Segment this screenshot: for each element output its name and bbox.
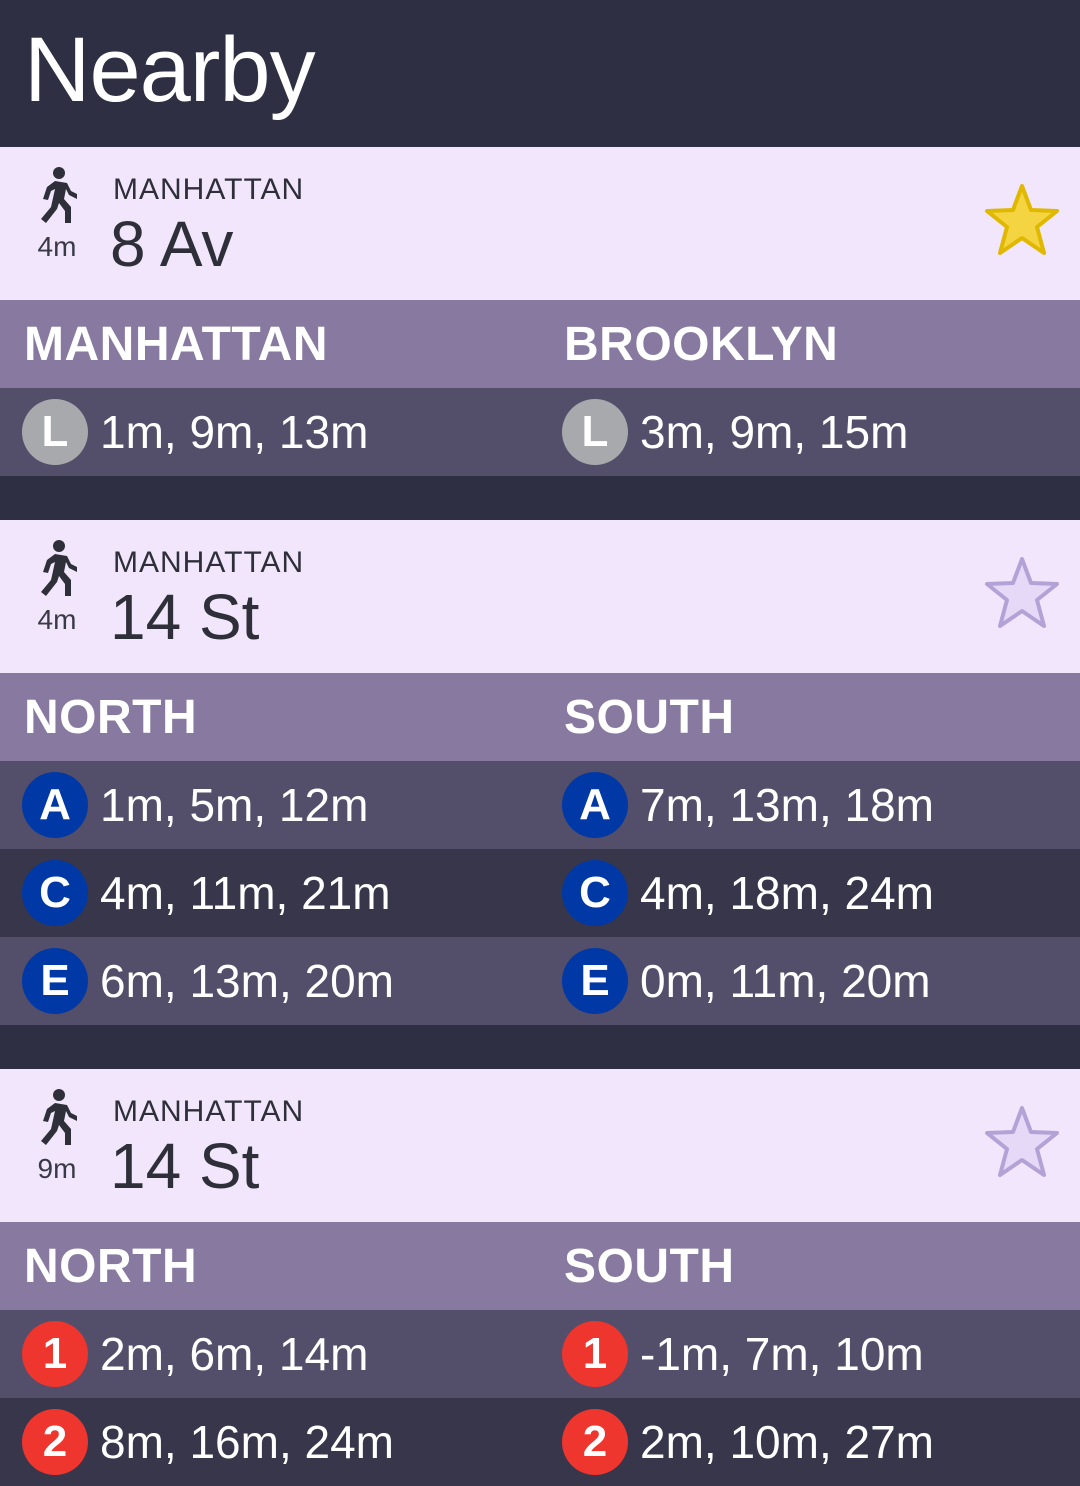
station-header[interactable]: 9m MANHATTAN 14 St xyxy=(0,1069,1080,1222)
line-bullet-icon: L xyxy=(562,399,628,465)
train-row[interactable]: E 6m, 13m, 20m E 0m, 11m, 20m xyxy=(0,937,1080,1025)
train-row[interactable]: 2 8m, 16m, 24m 2 2m, 10m, 27m xyxy=(0,1398,1080,1486)
line-bullet-icon: E xyxy=(562,948,628,1014)
station-name: 14 St xyxy=(110,581,260,653)
arrival-cell-left[interactable]: E 6m, 13m, 20m xyxy=(0,937,540,1025)
station-name: 8 Av xyxy=(110,208,234,280)
arrival-times: 6m, 13m, 20m xyxy=(100,955,394,1007)
arrival-times: 1m, 5m, 12m xyxy=(100,779,369,831)
app-header: Nearby xyxy=(0,0,1080,147)
arrival-times: 0m, 11m, 20m xyxy=(640,955,931,1007)
station-borough: MANHATTAN xyxy=(113,1095,305,1128)
pedestrian-icon xyxy=(28,540,86,598)
card-divider xyxy=(0,1025,1080,1069)
station-card: 4m MANHATTAN 14 St NORTH SOUTH A 1m, 5m, 12m A 7… xyxy=(0,520,1080,1025)
direction-label-right: BROOKLYN xyxy=(564,317,839,371)
direction-label-right: SOUTH xyxy=(564,1239,735,1293)
line-bullet-icon: 2 xyxy=(562,1409,628,1475)
walk-indicator: 4m xyxy=(28,167,86,263)
walk-time: 4m xyxy=(37,604,77,635)
arrival-times: 3m, 9m, 15m xyxy=(640,406,909,458)
card-divider xyxy=(0,476,1080,520)
arrival-cell-right[interactable]: 1 -1m, 7m, 10m xyxy=(540,1310,1080,1398)
star-outline-icon[interactable] xyxy=(984,1105,1060,1179)
star-outline-icon[interactable] xyxy=(984,556,1060,630)
arrival-times: 7m, 13m, 18m xyxy=(640,779,934,831)
station-borough: MANHATTAN xyxy=(113,173,305,206)
walk-time: 9m xyxy=(37,1153,77,1184)
line-bullet-icon: A xyxy=(22,772,88,838)
arrival-times: 4m, 11m, 21m xyxy=(100,867,391,919)
direction-label-left: MANHATTAN xyxy=(24,317,328,371)
station-header[interactable]: 4m MANHATTAN 14 St xyxy=(0,520,1080,673)
arrival-cell-left[interactable]: L 1m, 9m, 13m xyxy=(0,388,540,476)
walk-time: 4m xyxy=(37,231,77,262)
walk-indicator: 4m xyxy=(28,540,86,636)
arrival-cell-right[interactable]: A 7m, 13m, 18m xyxy=(540,761,1080,849)
line-bullet-icon: L xyxy=(22,399,88,465)
direction-label-left: NORTH xyxy=(24,1239,198,1293)
direction-label-right: SOUTH xyxy=(564,690,735,744)
arrival-cell-left[interactable]: 1 2m, 6m, 14m xyxy=(0,1310,540,1398)
line-bullet-icon: C xyxy=(562,860,628,926)
pedestrian-icon xyxy=(28,1089,86,1147)
arrival-cell-right[interactable]: L 3m, 9m, 15m xyxy=(540,388,1080,476)
station-card: 4m MANHATTAN 8 Av MANHATTAN BROOKLYN L 1m, 9m,… xyxy=(0,147,1080,476)
train-row[interactable]: 1 2m, 6m, 14m 1 -1m, 7m, 10m xyxy=(0,1310,1080,1398)
arrival-cell-left[interactable]: A 1m, 5m, 12m xyxy=(0,761,540,849)
line-bullet-icon: 1 xyxy=(22,1321,88,1387)
line-bullet-icon: C xyxy=(22,860,88,926)
arrival-times: 1m, 9m, 13m xyxy=(100,406,369,458)
arrival-times: 8m, 16m, 24m xyxy=(100,1416,394,1468)
arrival-cell-left[interactable]: 2 8m, 16m, 24m xyxy=(0,1398,540,1486)
line-bullet-icon: A xyxy=(562,772,628,838)
direction-label-left: NORTH xyxy=(24,690,198,744)
walk-indicator: 9m xyxy=(28,1089,86,1185)
arrival-cell-right[interactable]: C 4m, 18m, 24m xyxy=(540,849,1080,937)
star-filled-icon[interactable] xyxy=(984,183,1060,257)
arrival-cell-left[interactable]: C 4m, 11m, 21m xyxy=(0,849,540,937)
line-bullet-icon: 1 xyxy=(562,1321,628,1387)
train-row[interactable]: C 4m, 11m, 21m C 4m, 18m, 24m xyxy=(0,849,1080,937)
station-name: 14 St xyxy=(110,1130,260,1202)
station-card: 9m MANHATTAN 14 St NORTH SOUTH 1 2m, 6m, 14m 1-… xyxy=(0,1069,1080,1486)
arrival-times: -1m, 7m, 10m xyxy=(640,1328,924,1380)
station-header[interactable]: 4m MANHATTAN 8 Av xyxy=(0,147,1080,300)
pedestrian-icon xyxy=(28,167,86,225)
arrival-times: 2m, 6m, 14m xyxy=(100,1328,369,1380)
line-bullet-icon: E xyxy=(22,948,88,1014)
train-row[interactable]: L 1m, 9m, 13m L 3m, 9m, 15m xyxy=(0,388,1080,476)
arrival-cell-right[interactable]: 2 2m, 10m, 27m xyxy=(540,1398,1080,1486)
page-title: Nearby xyxy=(24,19,316,121)
direction-header: NORTH SOUTH xyxy=(0,1222,1080,1310)
line-bullet-icon: 2 xyxy=(22,1409,88,1475)
direction-header: MANHATTAN BROOKLYN xyxy=(0,300,1080,388)
direction-header: NORTH SOUTH xyxy=(0,673,1080,761)
train-row[interactable]: A 1m, 5m, 12m A 7m, 13m, 18m xyxy=(0,761,1080,849)
station-borough: MANHATTAN xyxy=(113,546,305,579)
station-list: 4m MANHATTAN 8 Av MANHATTAN BROOKLYN L 1m, 9m,… xyxy=(0,147,1080,1486)
arrival-times: 4m, 18m, 24m xyxy=(640,867,934,919)
arrival-cell-right[interactable]: E 0m, 11m, 20m xyxy=(540,937,1080,1025)
arrival-times: 2m, 10m, 27m xyxy=(640,1416,934,1468)
